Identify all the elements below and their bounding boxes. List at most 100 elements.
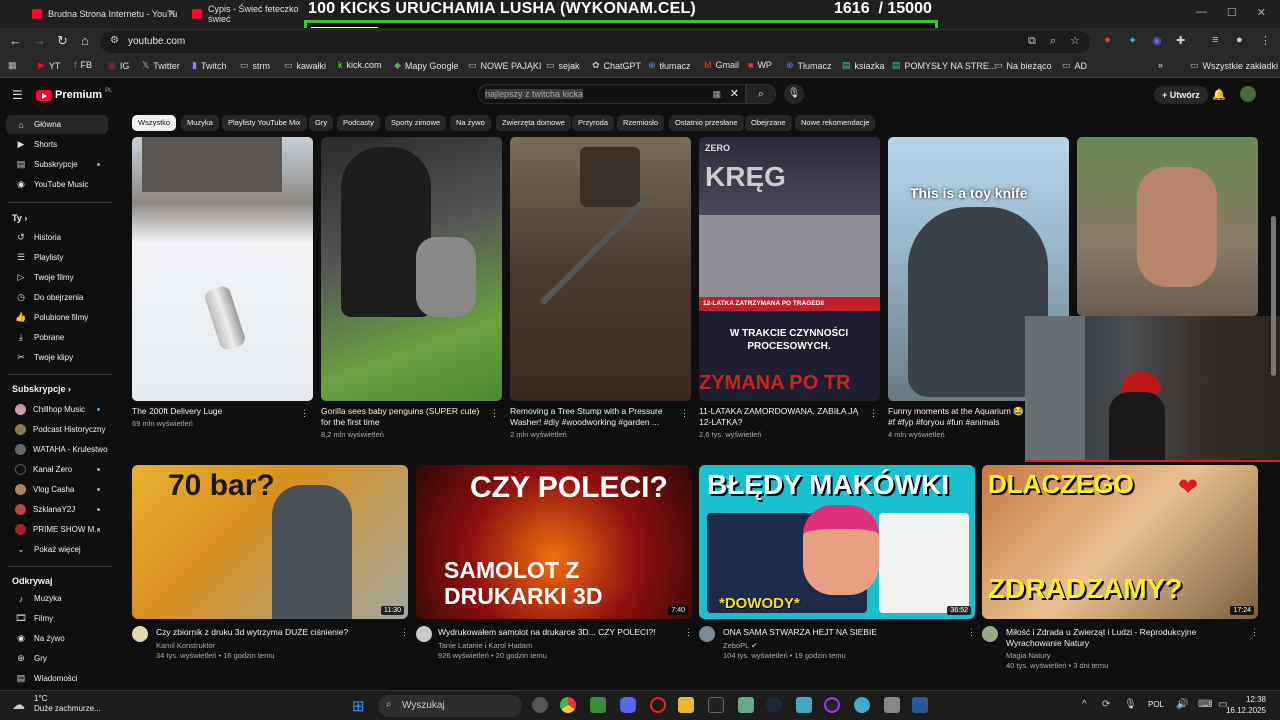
bookmark-tlumacz-2[interactable]: ⊕ Tłumacz	[786, 60, 832, 71]
close-tab-icon[interactable]: ✕	[168, 8, 176, 19]
app-icon[interactable]	[590, 697, 606, 713]
sidebar-sub-vlog-casha[interactable]: Vlog Casha	[6, 480, 108, 499]
minimize-icon[interactable]: —	[1196, 6, 1207, 19]
app-icon[interactable]	[796, 697, 812, 713]
more-options-icon[interactable]: ⋮	[400, 627, 409, 638]
calculator-icon[interactable]	[884, 697, 900, 713]
all-bookmarks[interactable]: ▭ Wszystkie zakładki	[1190, 60, 1278, 71]
chip-nature[interactable]: Przyroda	[572, 115, 615, 131]
hamburger-menu-icon[interactable]: ☰	[12, 88, 23, 102]
clear-search-icon[interactable]: ✕	[730, 87, 739, 100]
app-icon[interactable]	[738, 697, 754, 713]
more-options-icon[interactable]: ⋮	[967, 627, 976, 638]
sidebar-sub-chillhop[interactable]: Chillhop Music	[6, 400, 108, 419]
chip-new-recommendations[interactable]: Nowe rekomendacje	[795, 115, 876, 131]
sidebar-you-header[interactable]: Ty ›	[12, 213, 27, 223]
language-indicator[interactable]: POL	[1148, 700, 1164, 709]
short-title[interactable]: The 200ft Delivery Luge	[132, 406, 297, 417]
video-title[interactable]: Miłość i Zdrada u Zwierząt i Ludzi - Rep…	[1006, 627, 1246, 649]
home-icon[interactable]: ⌂	[81, 33, 89, 48]
chip-winter-sports[interactable]: Sporty zimowe	[385, 115, 447, 131]
bookmark-nowe-pajaki[interactable]: ▭ NOWE PAJĄKI	[468, 60, 541, 71]
app-icon[interactable]	[532, 697, 548, 713]
video-thumbnail[interactable]: 70 bar? 11:30	[132, 465, 408, 619]
video-channel[interactable]: Kamil Konstruktor	[156, 641, 215, 650]
channel-avatar[interactable]	[132, 626, 148, 642]
zoom-icon[interactable]: ⌕	[1050, 35, 1056, 48]
file-explorer-icon[interactable]	[678, 697, 694, 713]
sidebar-subscriptions-header[interactable]: Subskrypcje ›	[12, 384, 71, 394]
chip-games[interactable]: Gry	[309, 115, 334, 131]
voice-search-button[interactable]: 🎙	[784, 84, 804, 104]
chip-music[interactable]: Muzyka	[181, 115, 219, 131]
chip-watched[interactable]: Obejrzane	[745, 115, 792, 131]
notifications-bell-icon[interactable]: 🔔	[1212, 88, 1226, 101]
short-title[interactable]: Funny moments at the Aquarium 😂 #f #fyp …	[888, 406, 1024, 428]
chip-crafts[interactable]: Rzemiosło	[617, 115, 665, 131]
bookmark-kawalki[interactable]: ▭ kawałki	[284, 60, 326, 71]
chevron-up-icon[interactable]: ^	[1082, 699, 1087, 710]
sidebar-show-more[interactable]: ⌄ Pokaż więcej	[6, 540, 108, 559]
create-button[interactable]: + Utwórz	[1154, 86, 1208, 104]
video-title[interactable]: Wydrukowałem samolot na drukarce 3D... C…	[438, 627, 683, 637]
chip-all[interactable]: Wszystko	[132, 115, 177, 131]
url-text[interactable]: youtube.com	[128, 36, 185, 47]
reload-icon[interactable]: ↻	[57, 33, 68, 49]
video-thumbnail[interactable]: BŁĘDY MAKÓWKI *DOWODY* 36:52	[699, 465, 975, 619]
video-thumbnail[interactable]: CZY POLECI? SAMOLOT Z DRUKARKI 3D 7:40	[416, 465, 692, 619]
search-input[interactable]: najlepszy z twitcha kicka ▦ ✕	[478, 84, 746, 104]
search-input-value[interactable]: najlepszy z twitcha kicka	[485, 89, 584, 99]
sidebar-item-shorts[interactable]: ▶ Shorts	[6, 135, 108, 154]
taskbar-clock[interactable]: 12:38 16.12.2025	[1226, 694, 1266, 716]
app-icon[interactable]	[854, 697, 870, 713]
sidebar-item-history[interactable]: ↺ Historia	[6, 228, 108, 247]
more-options-icon[interactable]: ⋮	[684, 627, 693, 638]
sidebar-sub-szklana[interactable]: SzklanaY2J	[6, 500, 108, 519]
chip-recently-uploaded[interactable]: Ostatnio przesłane	[669, 115, 744, 131]
bookmark-maps[interactable]: ◆ Mapy Google	[394, 60, 458, 71]
microphone-icon[interactable]: 🎙	[1124, 699, 1137, 710]
sidebar-item-youtube-music[interactable]: ◉ YouTube Music	[6, 175, 108, 194]
bookmark-fb[interactable]: f FB	[74, 60, 92, 70]
short-title[interactable]: Removing a Tree Stump with a Pressure Wa…	[510, 406, 675, 428]
search-button[interactable]: ⌕	[746, 84, 776, 104]
taskbar-search[interactable]: ⌕ Wyszukaj	[378, 695, 522, 717]
windows-start-icon[interactable]: ⊞	[352, 697, 365, 715]
media-control-icon[interactable]: ≡	[1212, 34, 1218, 46]
sidebar-explore-gaming[interactable]: ⊕ Gry	[6, 649, 108, 668]
bookmark-kick[interactable]: k kick.com	[338, 60, 382, 70]
sidebar-sub-prime-show[interactable]: PRIME SHOW M...	[6, 520, 108, 539]
sidebar-item-your-videos[interactable]: ▷ Twoje filmy	[6, 268, 108, 287]
sidebar-item-subscriptions[interactable]: ▤ Subskrypcje	[6, 155, 108, 174]
short-title[interactable]: 11-LATAKA ZAMORDOWANA. ZABIŁA JĄ 12-LATK…	[699, 406, 864, 428]
extension-icon[interactable]: ◉	[1152, 34, 1162, 47]
word-icon[interactable]	[912, 697, 928, 713]
browser-tab-2[interactable]: Cypis - Świeć feteczko świeć	[184, 3, 306, 25]
bookmark-sejak[interactable]: ▭ sejak	[546, 60, 580, 71]
bookmark-star-icon[interactable]: ☆	[1070, 34, 1080, 47]
bookmark-wp[interactable]: ■ WP	[748, 60, 772, 70]
youtube-premium-logo[interactable]: Premium PL	[36, 88, 112, 101]
back-arrow-icon[interactable]: ←	[9, 33, 22, 48]
sync-icon[interactable]: ⟳	[1102, 699, 1110, 710]
channel-avatar[interactable]	[416, 626, 432, 642]
sidebar-item-watch-later[interactable]: ◷ Do obejrzenia	[6, 288, 108, 307]
video-channel[interactable]: ZeboPL ✔	[723, 641, 757, 650]
sidebar-sub-podcast[interactable]: Podcast Historyczny	[6, 420, 108, 439]
more-options-icon[interactable]: ⋮	[869, 408, 878, 419]
keyboard-icon[interactable]: ▦	[712, 89, 721, 100]
sidebar-explore-live[interactable]: ◉ Na żywo	[6, 629, 108, 648]
obs-icon[interactable]	[824, 697, 840, 713]
sidebar-explore-movies[interactable]: 🎞 Filmy	[6, 609, 108, 628]
bookmark-pomysly[interactable]: ▤ POMYSŁY NA STRE...	[892, 60, 996, 71]
chip-mix[interactable]: Playlisty YouTube Mix	[222, 115, 307, 131]
apps-grid-icon[interactable]: ▦	[8, 60, 17, 71]
short-thumbnail[interactable]: ZERO KRĘG 12-LATKA ZATRZYMANA PO TRAGEDI…	[699, 137, 880, 401]
short-thumbnail[interactable]	[1077, 137, 1258, 316]
bookmark-gmail[interactable]: M Gmail	[704, 60, 739, 70]
more-options-icon[interactable]: ⋮	[300, 408, 309, 419]
more-bookmarks-icon[interactable]: »	[1158, 60, 1163, 70]
network-icon[interactable]: ⌨	[1198, 699, 1212, 710]
bookmark-ad[interactable]: ▭ AD	[1062, 60, 1087, 71]
opera-icon[interactable]	[650, 697, 666, 713]
